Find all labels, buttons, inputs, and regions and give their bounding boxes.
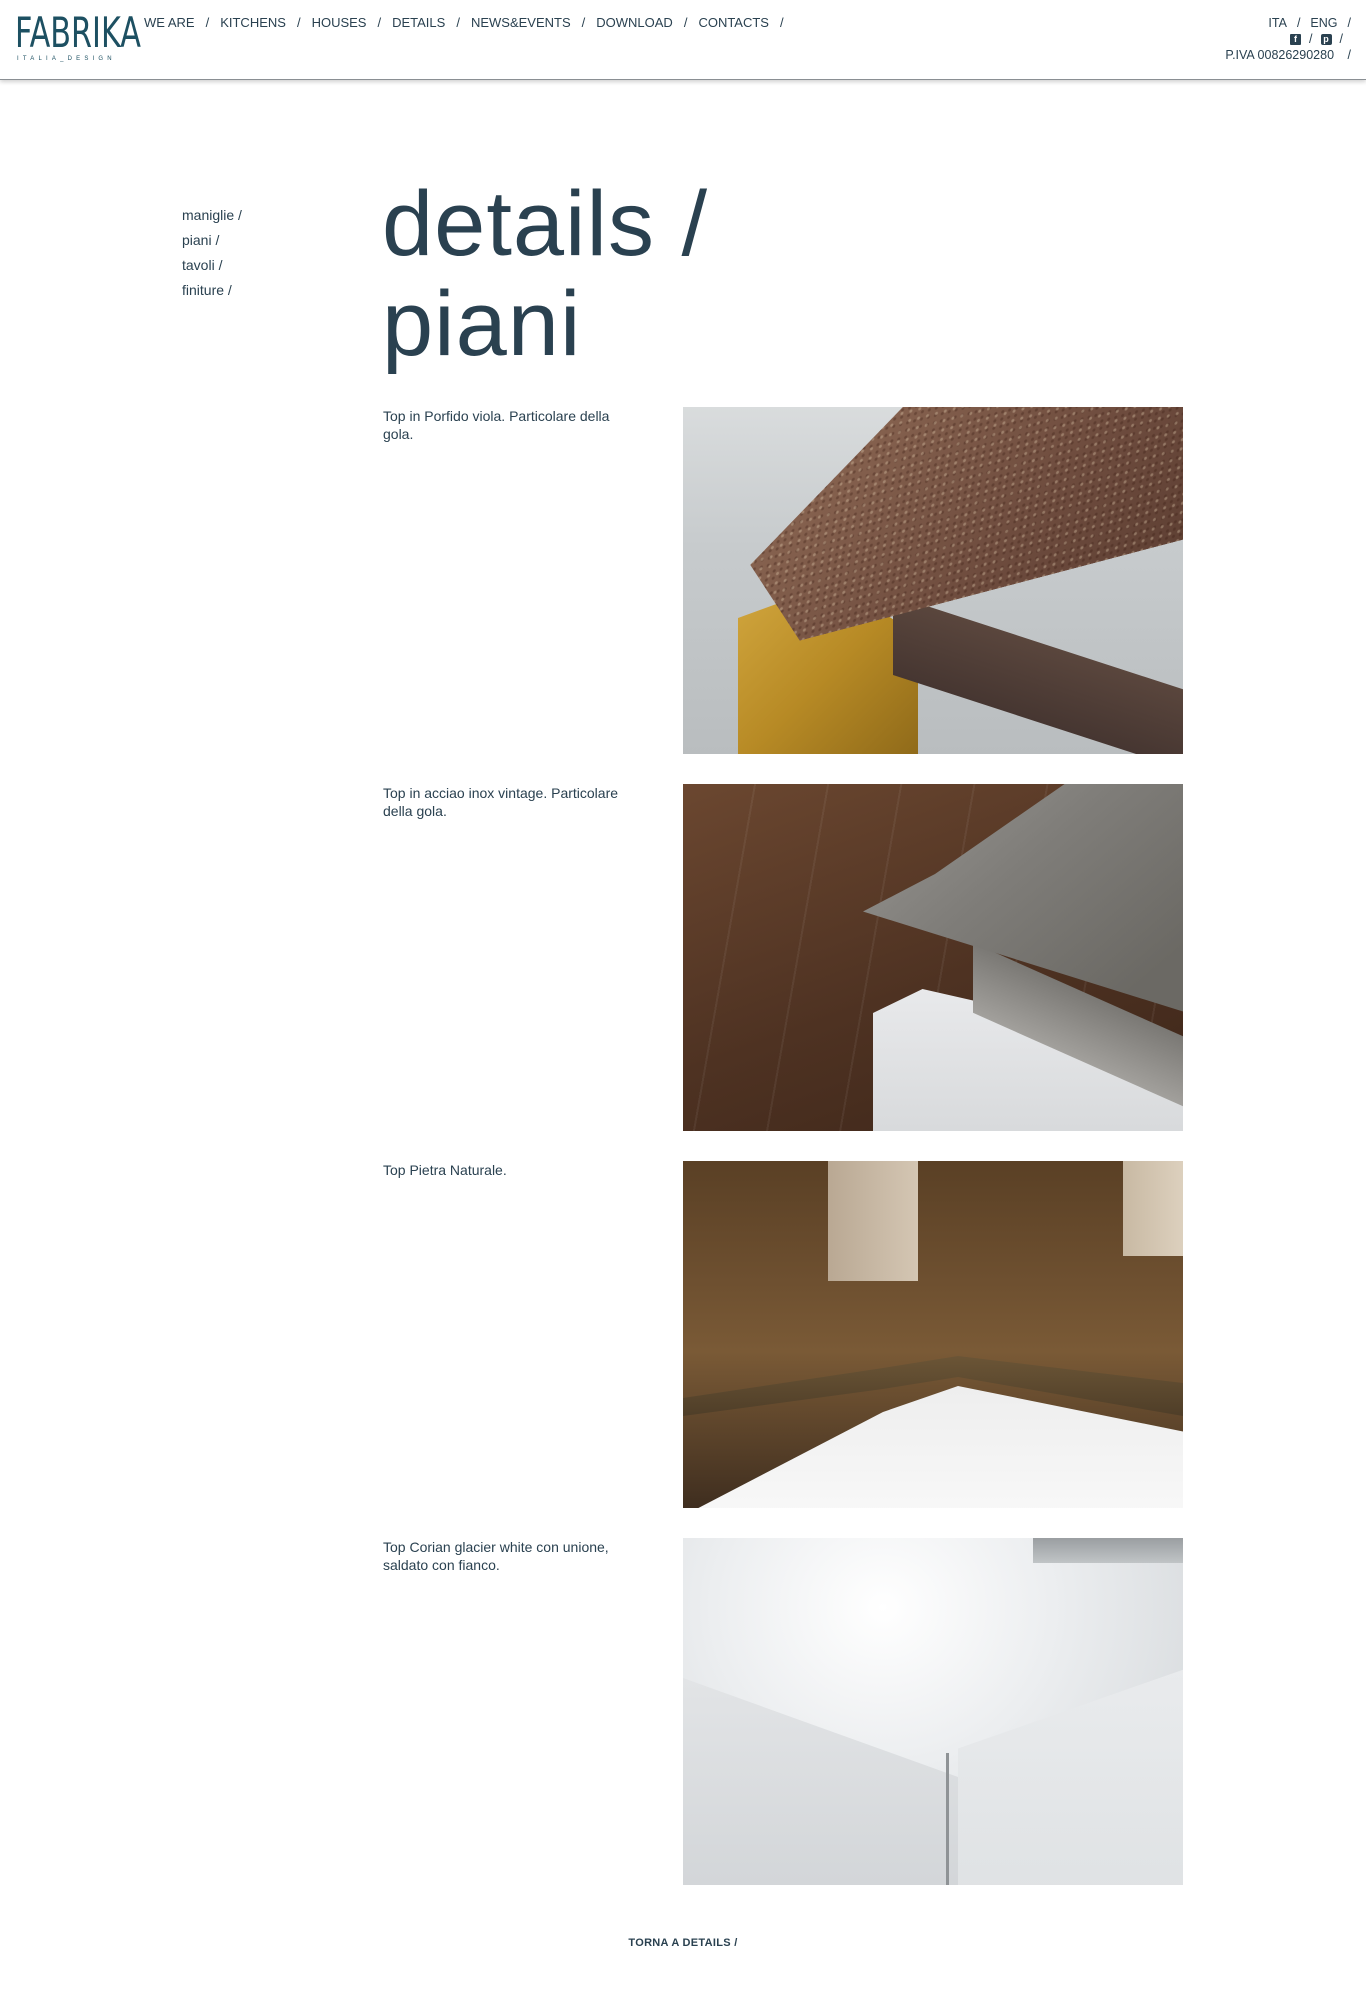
site-header: FABRIKA ITALIA_DESIGN WE ARE / KITCHENS … xyxy=(0,0,1366,80)
side-nav-item-maniglie[interactable]: maniglie / xyxy=(182,203,242,228)
nav-item-we-are[interactable]: WE ARE xyxy=(144,15,195,30)
nav-item-download[interactable]: DOWNLOAD xyxy=(596,15,673,30)
page-title: details / piani xyxy=(382,174,708,374)
item-caption: Top in Porfido viola. Particolare della … xyxy=(383,408,610,442)
nav-separator: / xyxy=(296,15,301,30)
nav-separator: / xyxy=(377,15,382,30)
details-side-nav: maniglie / piani / tavoli / finiture / xyxy=(182,203,242,303)
background-shelf xyxy=(1033,1538,1183,1563)
vat-separator: / xyxy=(1347,48,1351,62)
side-nav-item-piani[interactable]: piani / xyxy=(182,228,242,253)
side-nav-item-finiture[interactable]: finiture / xyxy=(182,278,242,303)
social-separator: / xyxy=(1309,32,1313,46)
nav-item-news-events[interactable]: NEWS&EVENTS xyxy=(471,15,571,30)
background-pillar xyxy=(1123,1161,1183,1256)
language-switcher: ITA / ENG / xyxy=(1225,15,1351,31)
back-to-details-link[interactable]: TORNA A DETAILS / xyxy=(0,1937,1366,1949)
background-pillar xyxy=(828,1161,918,1281)
brand-logo[interactable]: FABRIKA ITALIA_DESIGN xyxy=(15,8,141,66)
nav-separator: / xyxy=(779,15,784,30)
page-title-line-1: details / xyxy=(382,173,709,275)
corian-side xyxy=(683,1678,958,1885)
nav-separator: / xyxy=(456,15,460,30)
corian-joint xyxy=(946,1753,949,1885)
item-caption: Top Pietra Naturale. xyxy=(383,1162,507,1178)
page-title-line-2: piani xyxy=(382,273,582,375)
vat-number-row: P.IVA 00826290280 / xyxy=(1225,47,1351,63)
nav-separator: / xyxy=(581,15,586,30)
side-nav-item-tavoli[interactable]: tavoli / xyxy=(182,253,242,278)
nav-item-kitchens[interactable]: KITCHENS xyxy=(220,15,286,30)
pinterest-icon[interactable]: p xyxy=(1320,33,1332,45)
porfido-top-image xyxy=(683,407,1183,754)
nav-separator: / xyxy=(205,15,210,30)
vat-number: P.IVA 00826290280 xyxy=(1225,48,1335,62)
brand-name: FABRIKA xyxy=(15,8,141,57)
main-nav: WE ARE / KITCHENS / HOUSES / DETAILS / N… xyxy=(144,15,795,30)
lang-separator: / xyxy=(1347,16,1351,30)
corian-top-image xyxy=(683,1538,1183,1885)
item-caption: Top Corian glacier white con unione, sal… xyxy=(383,1539,609,1573)
corian-front xyxy=(958,1668,1183,1885)
nav-separator: / xyxy=(683,15,688,30)
item-caption: Top in acciao inox vintage. Particolare … xyxy=(383,785,619,819)
social-separator: / xyxy=(1339,32,1343,46)
nav-item-details[interactable]: DETAILS xyxy=(392,15,445,30)
nav-item-houses[interactable]: HOUSES xyxy=(312,15,367,30)
natural-stone-top-image xyxy=(683,1161,1183,1508)
steel-top-image xyxy=(683,784,1183,1131)
brand-tagline: ITALIA_DESIGN xyxy=(17,56,116,62)
facebook-icon[interactable]: f xyxy=(1290,33,1302,45)
social-links: f / p / xyxy=(1225,31,1351,47)
nav-item-contacts[interactable]: CONTACTS xyxy=(698,15,769,30)
stone-edge xyxy=(893,595,1183,754)
lang-eng-link[interactable]: ENG xyxy=(1310,15,1337,31)
lang-ita-link[interactable]: ITA xyxy=(1268,15,1287,31)
lang-separator: / xyxy=(1296,16,1301,30)
header-top-right: ITA / ENG / f / p / P.IVA 00826290280 / xyxy=(1225,15,1351,63)
